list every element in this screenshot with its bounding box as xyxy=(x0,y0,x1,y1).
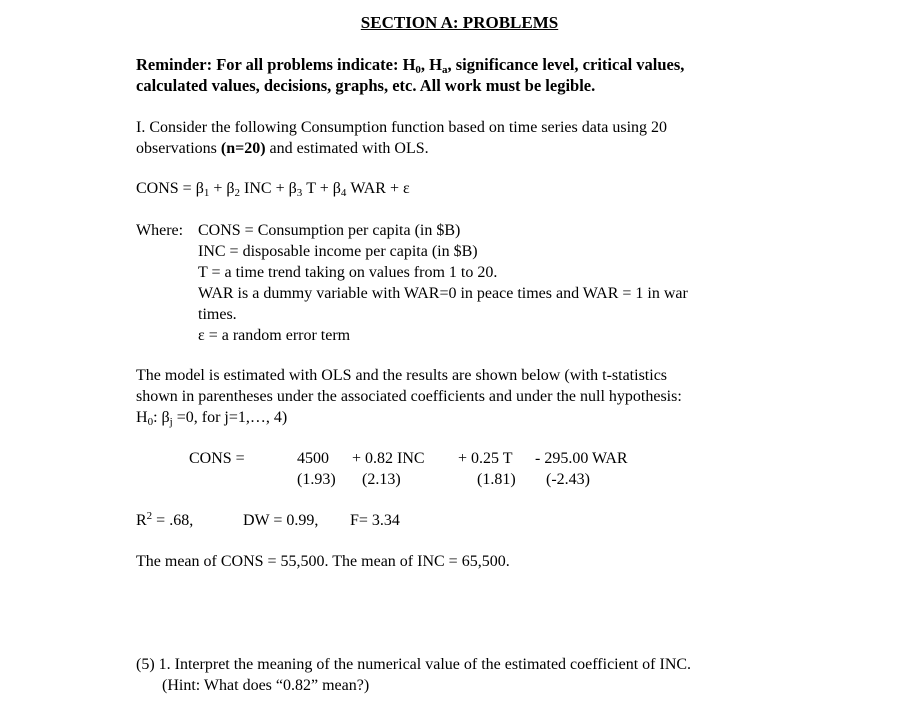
definition-war-cont: times. xyxy=(198,306,237,323)
question-1-line-1: (5) 1. Interpret the meaning of the nume… xyxy=(136,656,692,673)
estimate-inc: + 0.82 INC xyxy=(352,450,425,467)
model-description-line-2: shown in parentheses under the associate… xyxy=(136,388,682,405)
estimate-war: - 295.00 WAR xyxy=(535,450,628,467)
means-text: The mean of CONS = 55,500. The mean of I… xyxy=(136,553,510,570)
tstat-war: (-2.43) xyxy=(546,471,590,488)
section-title: SECTION A: PROBLEMS xyxy=(360,13,559,32)
problem-intro: I. Consider the following Consumption fu… xyxy=(136,117,667,159)
question-1: (5) 1. Interpret the meaning of the nume… xyxy=(136,654,691,696)
problem-intro-line-2: observations (n=20) and estimated with O… xyxy=(136,140,429,157)
model-description: The model is estimated with OLS and the … xyxy=(136,365,682,428)
reminder-line-1: Reminder: For all problems indicate: H0,… xyxy=(136,55,685,76)
tstat-inc: (2.13) xyxy=(362,471,401,488)
question-1-hint: (Hint: What does “0.82” mean?) xyxy=(162,677,370,694)
reminder-text: Reminder: For all problems indicate: H0,… xyxy=(136,54,684,96)
durbin-watson: DW = 0.99, xyxy=(243,512,319,529)
r-squared: R2 = .68, xyxy=(136,510,194,530)
definition-t: T = a time trend taking on values from 1… xyxy=(198,264,498,281)
definition-inc: INC = disposable income per capita (in $… xyxy=(198,243,478,260)
model-equation: CONS = β1 + β2 INC + β3 T + β4 WAR + ε xyxy=(136,180,410,199)
tstat-t: (1.81) xyxy=(477,471,516,488)
definition-epsilon: ε = a random error term xyxy=(198,327,351,344)
reminder-line-2: calculated values, decisions, graphs, et… xyxy=(136,76,596,95)
estimate-intercept: 4500 xyxy=(297,450,329,467)
f-statistic: F= 3.34 xyxy=(350,512,400,529)
definition-war: WAR is a dummy variable with WAR=0 in pe… xyxy=(198,285,688,302)
where-label: Where: xyxy=(136,222,184,239)
model-description-line-1: The model is estimated with OLS and the … xyxy=(136,367,668,384)
estimate-t: + 0.25 T xyxy=(458,450,513,467)
definition-cons: CONS = Consumption per capita (in $B) xyxy=(198,222,461,239)
estimated-equation-lhs: CONS = xyxy=(189,450,245,467)
problem-intro-line-1: I. Consider the following Consumption fu… xyxy=(136,119,668,136)
tstat-intercept: (1.93) xyxy=(297,471,336,488)
model-description-line-3: H0: βj =0, for j=1,…, 4) xyxy=(136,409,288,428)
